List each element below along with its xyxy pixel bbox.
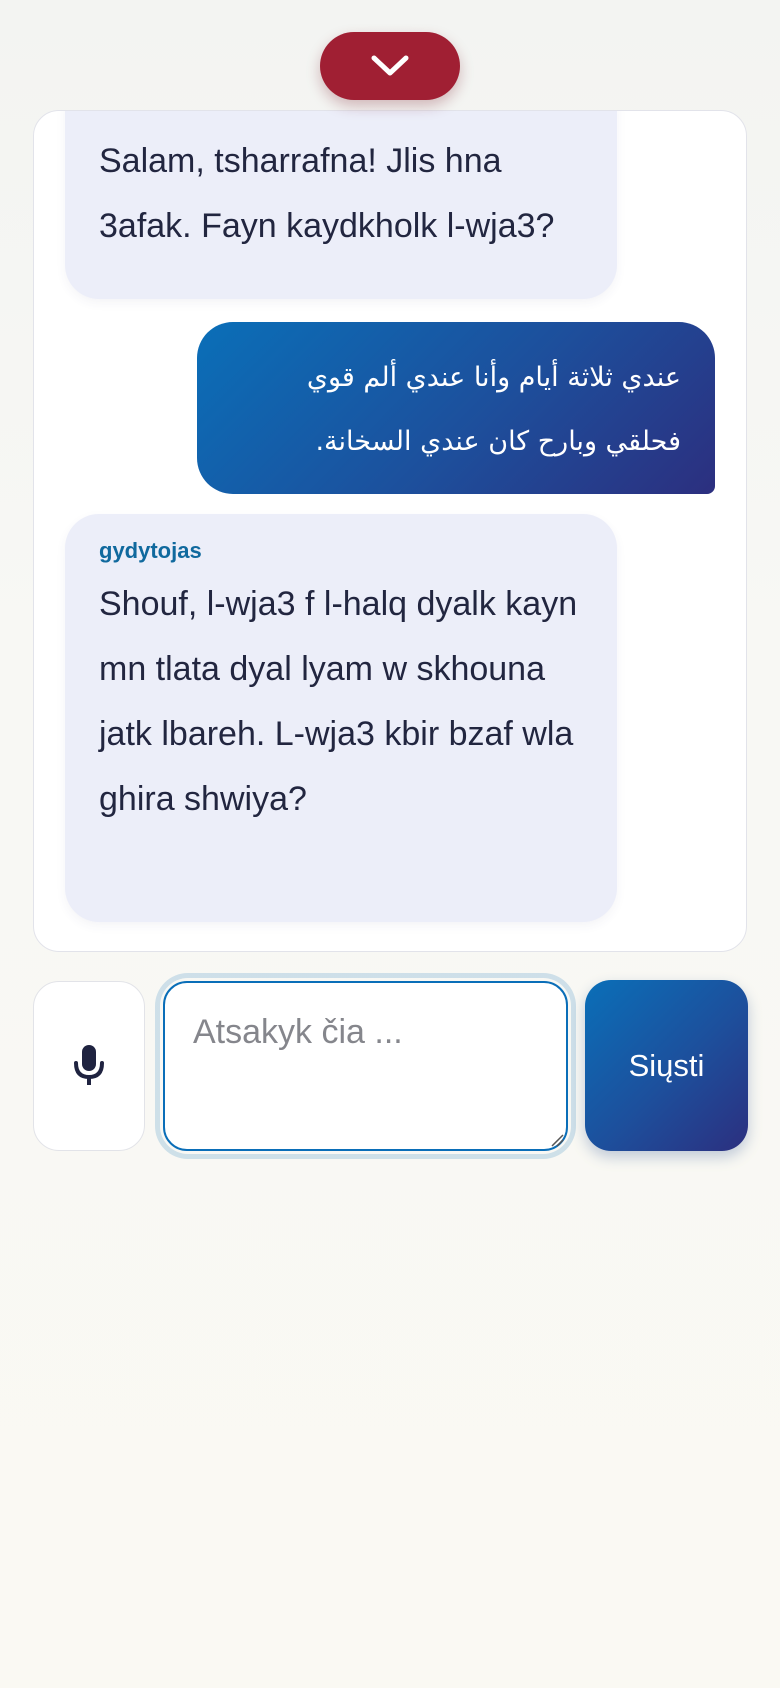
chevron-down-icon: [371, 55, 409, 76]
resize-handle-icon[interactable]: [549, 1132, 565, 1148]
message-input[interactable]: [163, 981, 568, 1151]
microphone-icon: [74, 1045, 104, 1085]
assistant-message: gydytojas Shouf, l-wja3 f l-halq dyalk k…: [65, 514, 617, 922]
chat-panel: Salam, tsharrafna! Jlis hna 3afak. Fayn …: [33, 110, 747, 952]
collapse-button[interactable]: [320, 32, 460, 100]
assistant-message: Salam, tsharrafna! Jlis hna 3afak. Fayn …: [65, 111, 617, 299]
message-text: Shouf, l-wja3 f l-halq dyalk kayn mn tla…: [99, 585, 578, 818]
message-sender: gydytojas: [99, 538, 202, 563]
microphone-button[interactable]: [33, 981, 145, 1151]
send-button[interactable]: Siųsti: [585, 980, 748, 1151]
message-input-wrapper: [160, 978, 571, 1154]
message-text: Salam, tsharrafna! Jlis hna 3afak. Fayn …: [99, 142, 555, 245]
user-message: عندي ثلاثة أيام وأنا عندي ألم قوي فحلقي …: [197, 322, 715, 494]
message-text: عندي ثلاثة أيام وأنا عندي ألم قوي فحلقي …: [306, 362, 681, 457]
